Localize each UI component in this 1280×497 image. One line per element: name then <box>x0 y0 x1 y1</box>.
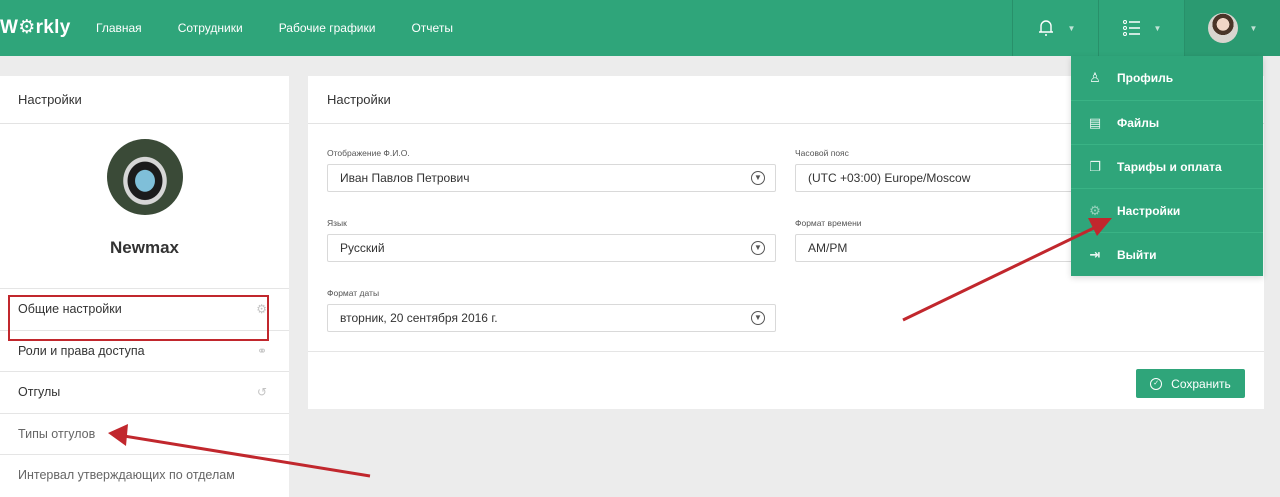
dropdown-item-settings[interactable]: ⚙ Настройки <box>1071 188 1263 232</box>
company-avatar <box>107 139 183 215</box>
history-icon: ↺ <box>256 385 267 400</box>
nav-reports[interactable]: Отчеты <box>411 21 452 35</box>
dropdown-item-label: Профиль <box>1117 71 1174 85</box>
nav-schedules[interactable]: Рабочие графики <box>279 21 376 35</box>
main-nav: Главная Сотрудники Рабочие графики Отчет… <box>96 0 489 56</box>
dropdown-item-profile[interactable]: ♙ Профиль <box>1071 56 1263 100</box>
notifications-button[interactable]: ▼ <box>1012 0 1098 56</box>
user-dropdown: ♙ Профиль ▤ Файлы ❐ Тарифы и оплата ⚙ На… <box>1071 56 1263 276</box>
divider <box>308 351 1264 352</box>
dropdown-item-billing[interactable]: ❐ Тарифы и оплата <box>1071 144 1263 188</box>
sidebar-item-label: Типы отгулов <box>18 426 96 441</box>
chevron-down-icon: ▼ <box>1249 23 1258 33</box>
sidebar-title: Настройки <box>0 76 289 124</box>
language-select[interactable]: Русский ▼ <box>327 234 776 262</box>
logout-icon: ⇥ <box>1089 246 1101 262</box>
dropdown-item-label: Выйти <box>1117 247 1157 262</box>
dropdown-item-files[interactable]: ▤ Файлы <box>1071 100 1263 144</box>
fio-select[interactable]: Иван Павлов Петрович ▼ <box>327 164 776 192</box>
language-value: Русский <box>340 241 385 255</box>
time-format-label: Формат времени <box>795 218 862 228</box>
dropdown-item-logout[interactable]: ⇥ Выйти <box>1071 232 1263 276</box>
sidebar-item-approver-interval[interactable]: Интервал утверждающих по отделам <box>0 454 289 496</box>
avatar <box>1207 13 1238 43</box>
menu-list-button[interactable]: ▼ <box>1098 0 1184 56</box>
chevron-down-icon: ▼ <box>1153 23 1162 33</box>
fio-value: Иван Павлов Петрович <box>340 171 470 185</box>
chevron-down-icon: ▼ <box>751 171 765 185</box>
time-format-select[interactable]: AM/PM <box>795 234 1085 262</box>
chevron-down-icon: ▼ <box>1067 23 1076 33</box>
sidebar-item-label: Отгулы <box>18 385 61 400</box>
company-name: Newmax <box>110 238 179 257</box>
logo[interactable]: W⚙rkly <box>0 16 71 39</box>
gear-icon: ⚙ <box>1089 202 1101 218</box>
dropdown-item-label: Настройки <box>1117 203 1181 218</box>
save-button[interactable]: ✓ Сохранить <box>1136 369 1245 398</box>
user-icon: ♙ <box>1089 70 1101 85</box>
sidebar-item-label: Интервал утверждающих по отделам <box>18 468 235 483</box>
bell-icon <box>1038 20 1053 36</box>
nav-home[interactable]: Главная <box>96 21 142 35</box>
files-icon: ▤ <box>1088 114 1102 130</box>
language-label: Язык <box>327 218 347 228</box>
time-format-value: AM/PM <box>808 241 848 255</box>
top-icons: ▼ ▼ ▼ <box>1012 0 1280 56</box>
save-button-label: Сохранить <box>1171 376 1231 391</box>
sidebar-item-label: Роли и права доступа <box>18 343 145 358</box>
timezone-label: Часовой пояс <box>795 148 849 158</box>
timezone-select[interactable]: (UTC +03:00) Europe/Moscow <box>795 164 1085 192</box>
fio-label: Отображение Ф.И.О. <box>327 148 410 158</box>
nav-employees[interactable]: Сотрудники <box>178 21 243 35</box>
user-menu-button[interactable]: ▼ <box>1184 0 1280 56</box>
sidebar-item-time-off[interactable]: Отгулы ↺ <box>0 371 289 413</box>
chevron-down-icon: ▼ <box>751 311 765 325</box>
dropdown-item-label: Файлы <box>1117 115 1160 130</box>
date-format-select[interactable]: вторник, 20 сентября 2016 г. ▼ <box>327 304 776 332</box>
chevron-down-icon: ▼ <box>751 241 765 255</box>
dropdown-item-label: Тарифы и оплата <box>1117 159 1222 174</box>
settings-sidebar: Настройки Newmax Общие настройки ⚙ Роли … <box>0 76 289 497</box>
date-format-label: Формат даты <box>327 288 380 298</box>
top-bar: W⚙rkly Главная Сотрудники Рабочие график… <box>0 0 1280 56</box>
sidebar-item-time-off-types[interactable]: Типы отгулов <box>0 412 289 455</box>
timezone-value: (UTC +03:00) Europe/Moscow <box>808 171 971 185</box>
date-format-value: вторник, 20 сентября 2016 г. <box>340 311 498 325</box>
check-circle-icon: ✓ <box>1150 377 1163 390</box>
list-icon <box>1122 20 1140 36</box>
copy-icon: ❐ <box>1089 158 1101 174</box>
annotation-highlight-box <box>8 295 269 341</box>
roles-icon: ⚭ <box>256 343 267 358</box>
